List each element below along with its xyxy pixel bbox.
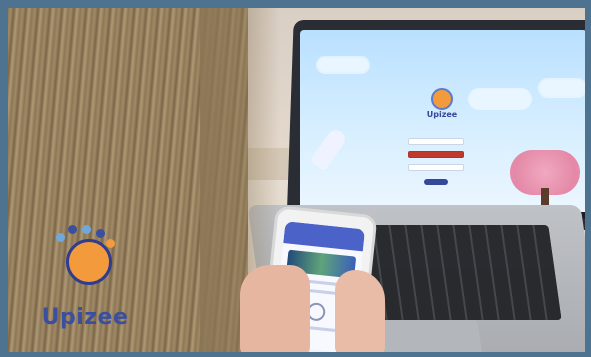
emblem-dot xyxy=(96,229,105,238)
cloud xyxy=(540,80,585,96)
emblem-circle xyxy=(66,239,112,285)
frame-border xyxy=(0,0,591,8)
login-panel xyxy=(408,132,464,188)
brand-name: Upizee xyxy=(41,305,129,330)
frame-border xyxy=(0,0,8,357)
cloud xyxy=(470,90,530,108)
emblem-dot xyxy=(56,233,65,242)
screen-logo: Upizee xyxy=(422,88,462,119)
phone-app-header xyxy=(283,221,366,252)
logo-mark-icon xyxy=(431,88,453,110)
photo-scene: Upizee Upizee xyxy=(0,0,591,357)
emblem-dot xyxy=(106,239,115,248)
right-hand xyxy=(335,270,385,357)
emblem-dot xyxy=(68,225,77,234)
cloud xyxy=(318,58,368,72)
login-username-field[interactable] xyxy=(408,138,464,145)
frame-border xyxy=(585,0,591,357)
frame-border xyxy=(0,352,591,357)
login-extra-field[interactable] xyxy=(408,164,464,171)
rocket-icon xyxy=(309,126,349,172)
left-hand xyxy=(240,265,310,357)
login-password-field[interactable] xyxy=(408,151,464,158)
login-button[interactable] xyxy=(424,179,448,185)
emblem-dot xyxy=(82,225,91,234)
brand-emblem-icon xyxy=(56,225,116,295)
laptop-screen: Upizee xyxy=(300,30,587,220)
screen-logo-text: Upizee xyxy=(426,110,458,119)
brand-logo: Upizee xyxy=(30,215,140,340)
